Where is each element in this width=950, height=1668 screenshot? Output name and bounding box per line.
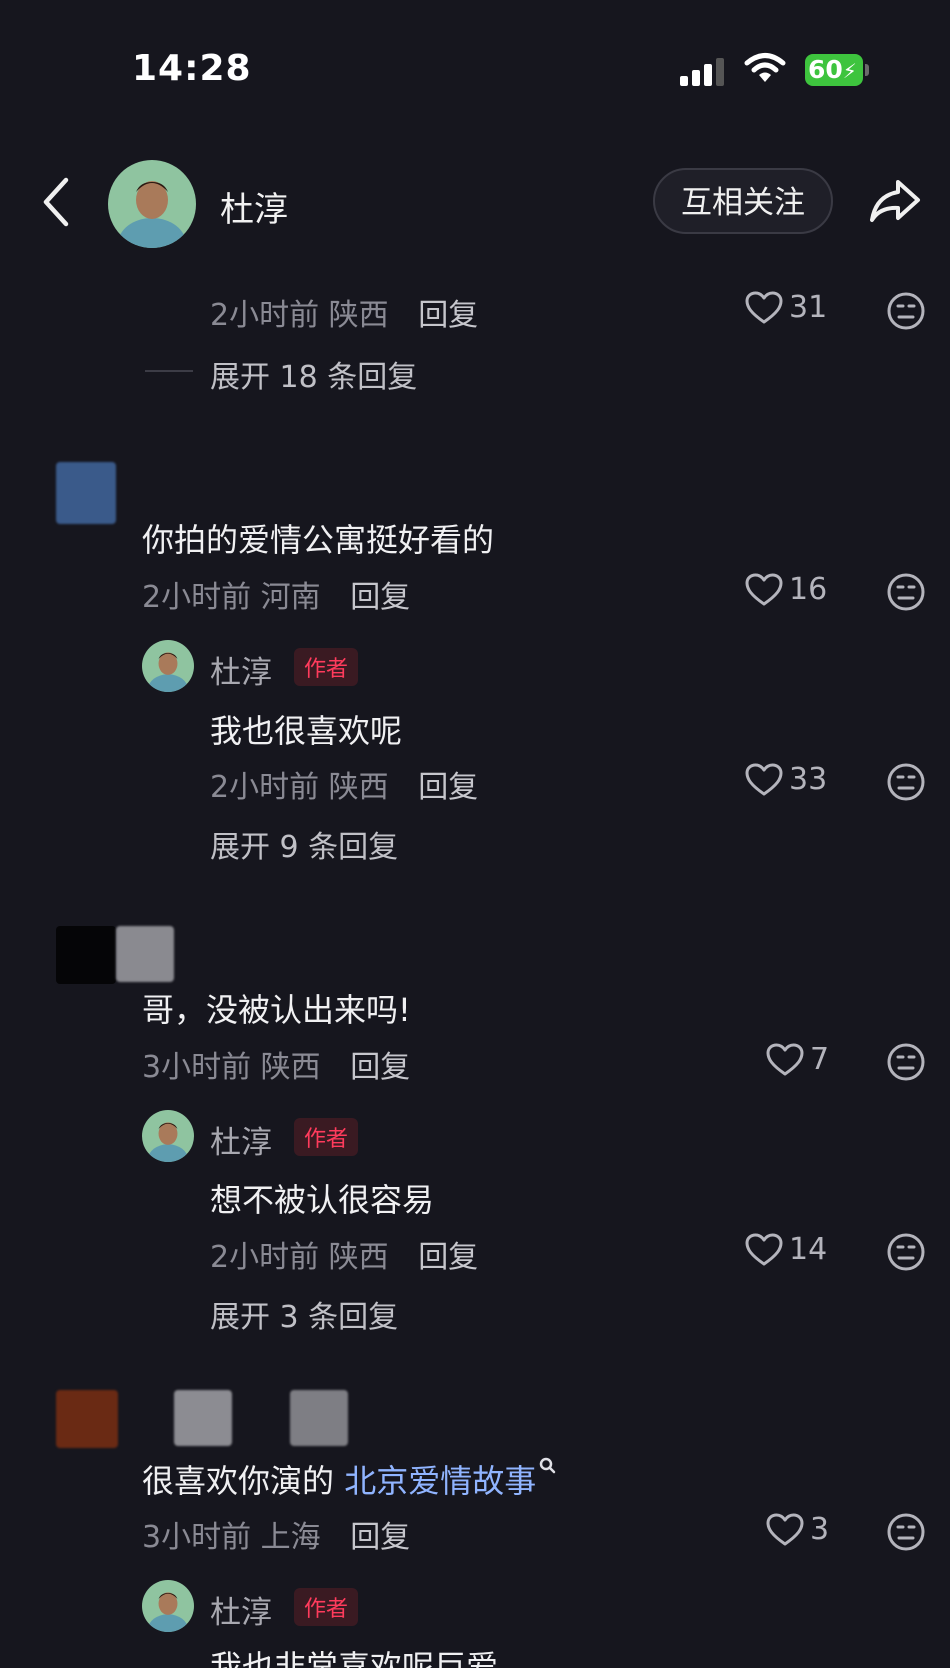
expand-replies[interactable]: 展开 9 条回复 [210,822,398,866]
comment-meta: 2小时前 河南 回复 [142,572,410,616]
dislike-face-icon[interactable] [886,1042,926,1082]
meta-location: 陕西 [328,298,389,333]
reply-button[interactable]: 回复 [350,580,410,615]
like-count: 3 [810,1512,830,1547]
heart-icon [745,291,783,323]
comment-meta: 3小时前 上海 回复 [142,1512,410,1556]
reply-meta: 2小时前 陕西 回复 [210,762,478,806]
like-count: 16 [789,572,828,607]
dislike-face-icon[interactable] [886,572,926,612]
back-chevron-icon[interactable] [40,176,72,228]
heart-icon [745,1233,783,1265]
comment-screen: 14:28 60⚡ 杜淳 互相关注 2小时前 陕西 回复 31 展开 18 条回… [0,0,950,1668]
like-button[interactable]: 33 [745,762,827,797]
reply-text: 我也很喜欢呢 [210,712,403,750]
comment-text: 你拍的爱情公寓挺好看的 [142,521,495,559]
expand-replies[interactable]: 展开 3 条回复 [210,1292,398,1336]
reply-username[interactable]: 杜淳 [210,1117,272,1162]
reply-button[interactable]: 回复 [418,770,478,805]
like-button[interactable]: 16 [745,572,827,607]
reply-avatar[interactable] [142,1580,194,1632]
comment-text-prefix: 很喜欢你演的 [142,1462,345,1500]
battery-icon: 60⚡ [805,54,863,86]
meta-location: 陕西 [328,770,389,805]
heart-icon [766,1513,804,1545]
meta-time: 3小时前 [142,1050,252,1085]
comment-meta: 2小时前 陕西 回复 [210,290,478,334]
like-button[interactable]: 31 [745,290,827,325]
wifi-icon [744,53,786,82]
header-username[interactable]: 杜淳 [220,182,288,231]
meta-time: 2小时前 [210,298,320,333]
search-link[interactable]: 北京爱情故事 [344,1462,536,1500]
commenter-avatar[interactable] [56,462,116,524]
expand-replies[interactable]: 展开 18 条回复 [210,352,417,396]
reply-username[interactable]: 杜淳 [210,1587,272,1632]
heart-icon [745,573,783,605]
dislike-face-icon[interactable] [886,1232,926,1272]
dislike-face-icon[interactable] [886,291,926,331]
dislike-face-icon[interactable] [886,762,926,802]
like-count: 33 [789,762,828,797]
like-button[interactable]: 7 [766,1042,829,1077]
commenter-name-redacted [290,1390,348,1446]
author-badge: 作者 [294,1118,359,1156]
commenter-avatar[interactable] [56,926,116,984]
heart-icon [745,763,783,795]
status-time: 14:28 [132,48,252,89]
meta-time: 3小时前 [142,1520,252,1555]
reply-text: 我也非常喜欢呢巨爱 [210,1648,499,1668]
reply-username[interactable]: 杜淳 [210,647,272,692]
comment-meta: 3小时前 陕西 回复 [142,1042,410,1086]
author-badge: 作者 [294,1588,359,1626]
reply-avatar[interactable] [142,1110,194,1162]
like-button[interactable]: 3 [766,1512,829,1547]
like-count: 7 [810,1042,830,1077]
search-hint-icon[interactable] [538,1456,558,1478]
meta-location: 陕西 [260,1050,321,1085]
heart-icon [766,1043,804,1075]
reply-meta: 2小时前 陕西 回复 [210,1232,478,1276]
like-button[interactable]: 14 [745,1232,827,1267]
signal-icon [680,56,730,86]
commenter-name-redacted [116,926,174,982]
battery-level: 60 [808,55,843,84]
expand-divider [145,370,193,372]
share-arrow-icon[interactable] [868,176,922,226]
header-avatar[interactable] [108,160,196,248]
like-count: 31 [789,290,828,325]
meta-location: 上海 [260,1520,321,1555]
reply-button[interactable]: 回复 [418,298,478,333]
author-badge: 作者 [294,648,359,686]
reply-text: 想不被认很容易 [210,1181,435,1219]
meta-time: 2小时前 [142,580,252,615]
reply-avatar[interactable] [142,640,194,692]
like-count: 14 [789,1232,828,1267]
reply-button[interactable]: 回复 [350,1520,410,1555]
meta-time: 2小时前 [210,1240,320,1275]
meta-time: 2小时前 [210,770,320,805]
reply-button[interactable]: 回复 [418,1240,478,1275]
reply-button[interactable]: 回复 [350,1050,410,1085]
commenter-avatar[interactable] [56,1390,118,1448]
mutual-follow-button[interactable]: 互相关注 [653,168,833,234]
comment-text: 很喜欢你演的 北京爱情故事 [142,1456,558,1502]
meta-location: 河南 [260,580,321,615]
battery-tip [865,64,869,76]
dislike-face-icon[interactable] [886,1512,926,1552]
comment-text: 哥，没被认出来吗! [142,991,411,1029]
meta-location: 陕西 [328,1240,389,1275]
commenter-name-redacted [174,1390,232,1446]
